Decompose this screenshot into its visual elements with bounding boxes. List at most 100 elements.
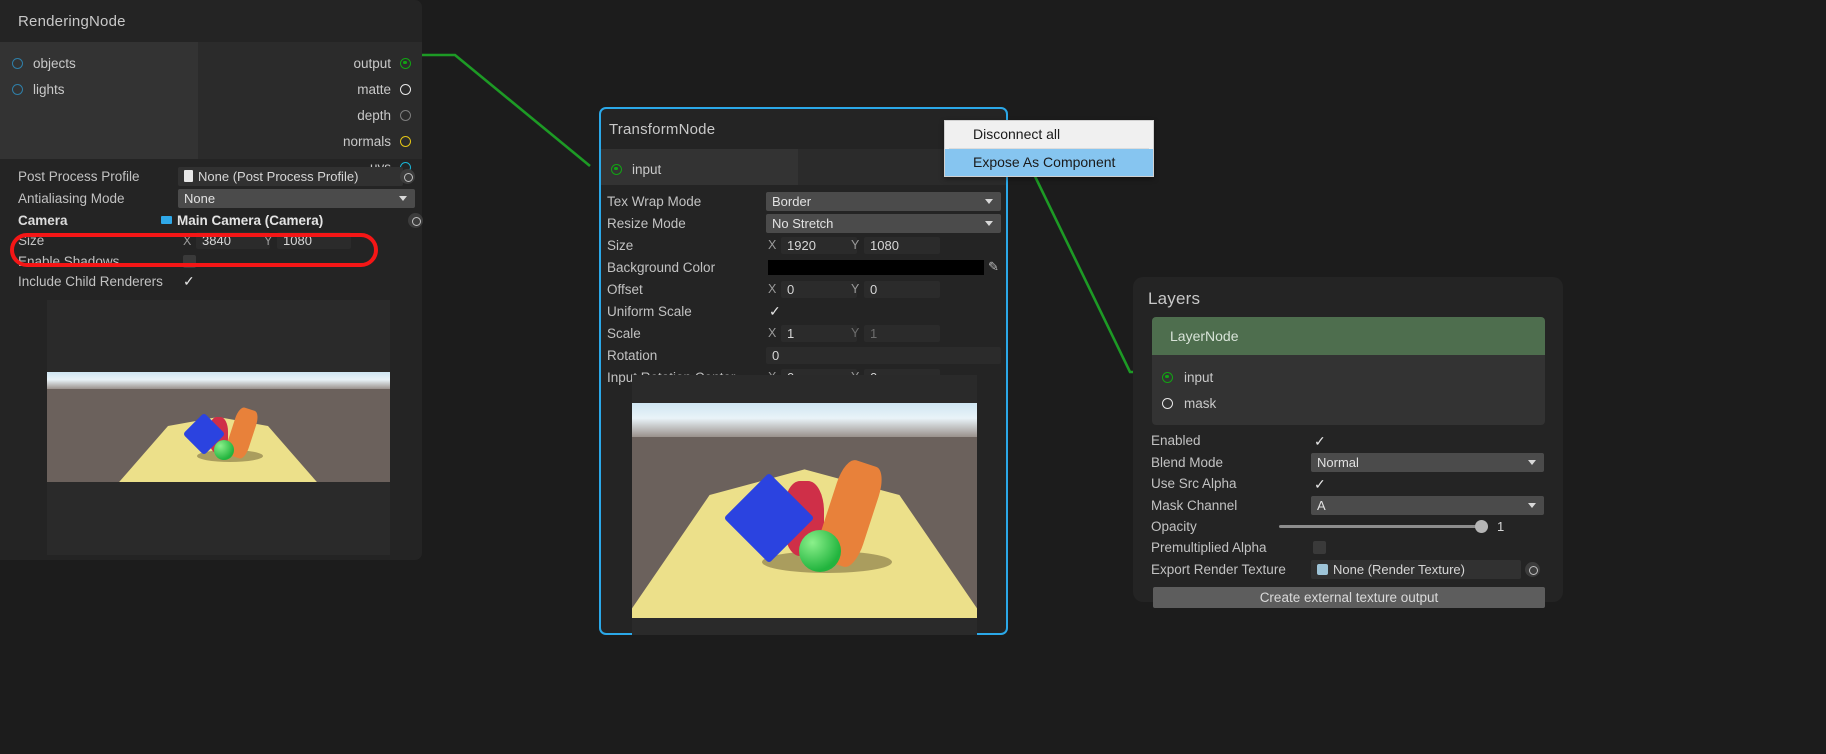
rotation-input[interactable]: 0 — [766, 347, 1001, 364]
row-size[interactable]: Size X 3840 Y 1080 — [0, 230, 422, 251]
enable-shadows-label: Enable Shadows — [18, 254, 119, 269]
row-offset[interactable]: Offset X 0 Y 0 — [601, 278, 1006, 300]
port-dot-icon[interactable] — [1162, 372, 1173, 383]
port-dot-icon[interactable] — [400, 110, 411, 121]
port-mask[interactable]: mask — [1162, 390, 1545, 416]
port-output[interactable]: output — [198, 50, 411, 76]
port-matte[interactable]: matte — [198, 76, 411, 102]
chevron-down-icon — [985, 221, 993, 226]
offset-y-input[interactable]: 0 — [864, 281, 940, 298]
row-enable-shadows[interactable]: Enable Shadows — [0, 251, 422, 271]
layer-node-ports: input mask — [1152, 355, 1545, 425]
layers-panel[interactable]: Layers LayerNode input mask Enabled ✓ Bl… — [1133, 277, 1563, 602]
texture-picker-button[interactable] — [1525, 562, 1540, 577]
row-antialiasing-mode[interactable]: Antialiasing Mode None — [0, 187, 422, 210]
opacity-slider[interactable] — [1279, 525, 1488, 528]
port-depth[interactable]: depth — [198, 102, 411, 128]
object-picker-button[interactable] — [400, 169, 415, 184]
create-external-texture-output-button[interactable]: Create external texture output — [1153, 587, 1545, 608]
chevron-down-icon — [399, 196, 407, 201]
port-dot-icon[interactable] — [12, 58, 23, 69]
port-dot-icon[interactable] — [400, 58, 411, 69]
context-menu[interactable]: Disconnect all Expose As Component — [944, 120, 1154, 177]
include-child-renderers-checkbox[interactable]: ✓ — [183, 274, 195, 288]
background-color-label: Background Color — [607, 260, 715, 275]
port-dot-icon[interactable] — [12, 84, 23, 95]
opacity-slider-knob[interactable] — [1475, 520, 1488, 533]
resize-mode-value: No Stretch — [772, 214, 833, 233]
row-blend-mode[interactable]: Blend Mode Normal — [1133, 451, 1563, 473]
port-input[interactable]: input — [611, 159, 798, 179]
row-include-child-renderers[interactable]: Include Child Renderers ✓ — [0, 271, 422, 291]
row-uniform-scale[interactable]: Uniform Scale ✓ — [601, 300, 1006, 322]
transform-node-preview — [632, 375, 977, 635]
row-use-src-alpha[interactable]: Use Src Alpha ✓ — [1133, 473, 1563, 494]
rendering-node[interactable]: RenderingNode objects lights output m — [0, 0, 422, 560]
row-mask-channel[interactable]: Mask Channel A — [1133, 494, 1563, 516]
antialiasing-mode-dropdown[interactable]: None — [178, 189, 415, 208]
row-post-process-profile[interactable]: Post Process Profile None (Post Process … — [0, 165, 422, 187]
row-tex-wrap-mode[interactable]: Tex Wrap Mode Border — [601, 190, 1006, 212]
use-src-alpha-checkbox[interactable]: ✓ — [1314, 477, 1326, 491]
port-dot-icon[interactable] — [611, 164, 622, 175]
blend-mode-dropdown[interactable]: Normal — [1311, 453, 1544, 472]
background-color-swatch[interactable] — [768, 260, 984, 275]
row-camera[interactable]: Camera Main Camera (Camera) — [0, 210, 422, 230]
row-opacity[interactable]: Opacity 1 — [1133, 516, 1563, 537]
opacity-value[interactable]: 1 — [1497, 519, 1504, 534]
layer-node-header[interactable]: LayerNode — [1152, 317, 1545, 355]
row-scale[interactable]: Scale X 1 Y 1 — [601, 322, 1006, 344]
scale-x-input[interactable]: 1 — [781, 325, 857, 342]
camera-field[interactable]: Main Camera (Camera) — [155, 212, 400, 229]
port-label: input — [632, 162, 661, 177]
row-size[interactable]: Size X 1920 Y 1080 — [601, 234, 1006, 256]
port-dot-icon[interactable] — [400, 136, 411, 147]
premultiplied-alpha-checkbox[interactable] — [1313, 541, 1326, 554]
port-objects[interactable]: objects — [12, 50, 198, 76]
context-menu-item-disconnect-all[interactable]: Disconnect all — [945, 121, 1153, 148]
enabled-checkbox[interactable]: ✓ — [1314, 434, 1326, 448]
port-dot-icon[interactable] — [1162, 398, 1173, 409]
port-input[interactable]: input — [1162, 364, 1545, 390]
port-label: depth — [357, 108, 391, 123]
scale-label: Scale — [607, 326, 641, 341]
row-premultiplied-alpha[interactable]: Premultiplied Alpha — [1133, 537, 1563, 558]
eyedropper-icon[interactable]: ✎ — [988, 259, 999, 275]
export-render-texture-field[interactable]: None (Render Texture) — [1311, 560, 1521, 579]
port-lights[interactable]: lights — [12, 76, 198, 102]
layers-panel-title: Layers — [1133, 277, 1563, 317]
enabled-label: Enabled — [1151, 433, 1201, 448]
row-background-color[interactable]: Background Color ✎ — [601, 256, 1006, 278]
camera-picker-button[interactable] — [408, 213, 423, 228]
resize-mode-dropdown[interactable]: No Stretch — [766, 214, 1001, 233]
context-menu-item-expose-as-component[interactable]: Expose As Component — [945, 149, 1153, 176]
uniform-scale-label: Uniform Scale — [607, 304, 692, 319]
port-normals[interactable]: normals — [198, 128, 411, 154]
row-export-render-texture[interactable]: Export Render Texture None (Render Textu… — [1133, 558, 1563, 581]
size-y-input[interactable]: 1080 — [277, 232, 351, 249]
resize-mode-label: Resize Mode — [607, 216, 686, 231]
row-rotation[interactable]: Rotation 0 — [601, 344, 1006, 366]
size-x-input[interactable]: 3840 — [196, 232, 270, 249]
port-label: input — [1184, 370, 1213, 385]
port-dot-icon[interactable] — [400, 84, 411, 95]
mask-channel-label: Mask Channel — [1151, 498, 1237, 513]
premultiplied-alpha-label: Premultiplied Alpha — [1151, 540, 1267, 555]
offset-x-axis-label: X — [768, 282, 776, 296]
tex-wrap-mode-dropdown[interactable]: Border — [766, 192, 1001, 211]
rendering-node-title: RenderingNode — [0, 0, 422, 42]
row-resize-mode[interactable]: Resize Mode No Stretch — [601, 212, 1006, 234]
offset-x-input[interactable]: 0 — [781, 281, 857, 298]
size-y-input[interactable]: 1080 — [864, 237, 940, 254]
transform-node[interactable]: TransformNode input Tex Wrap Mode Border… — [599, 107, 1008, 635]
size-x-input[interactable]: 1920 — [781, 237, 857, 254]
row-enabled[interactable]: Enabled ✓ — [1133, 430, 1563, 451]
export-render-texture-label: Export Render Texture — [1151, 562, 1286, 577]
mask-channel-dropdown[interactable]: A — [1311, 496, 1544, 515]
rotation-label: Rotation — [607, 348, 657, 363]
camera-label: Camera — [18, 213, 68, 228]
post-process-profile-field[interactable]: None (Post Process Profile) — [178, 167, 403, 186]
uniform-scale-checkbox[interactable]: ✓ — [769, 304, 781, 318]
green-sphere — [799, 530, 841, 572]
enable-shadows-checkbox[interactable] — [183, 255, 196, 268]
